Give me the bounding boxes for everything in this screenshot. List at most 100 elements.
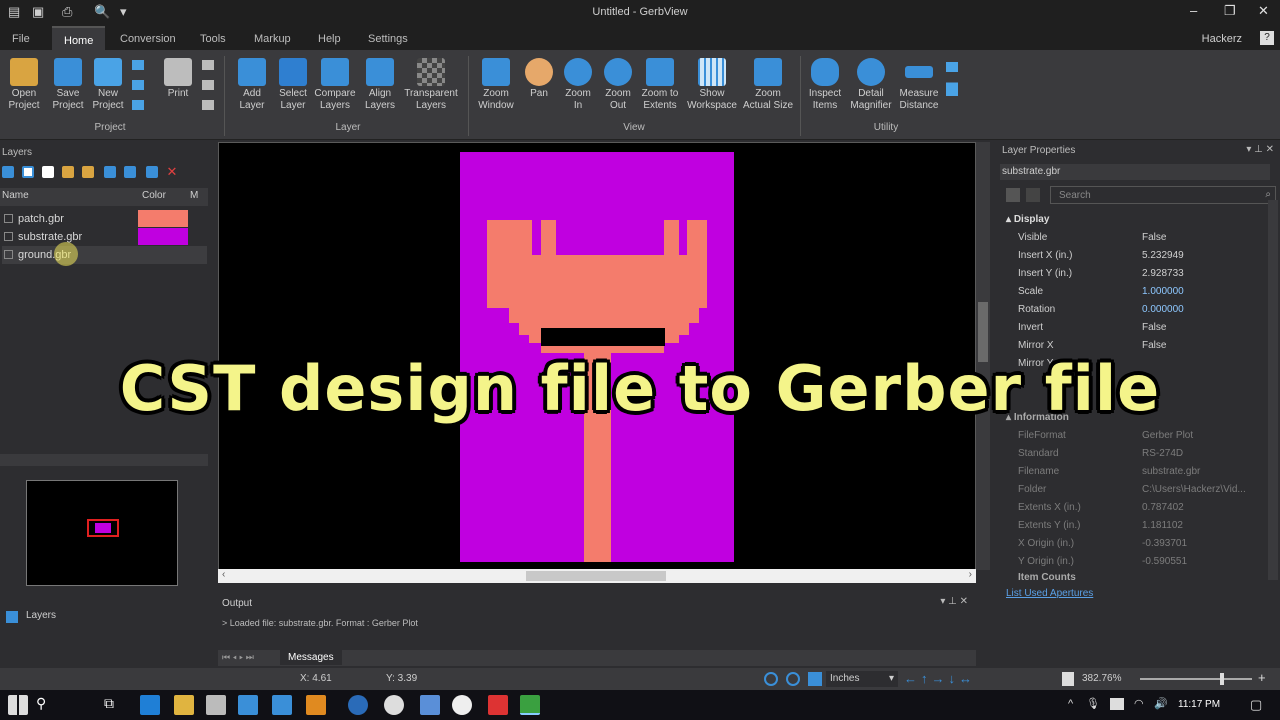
output-nav-icon[interactable]: ⏮ ◂ ▸ ⏭ bbox=[222, 652, 254, 663]
layer-color-swatch[interactable] bbox=[138, 228, 188, 245]
delete-layer-icon[interactable]: ✕ bbox=[166, 165, 178, 178]
user-name[interactable]: Hackerz bbox=[1202, 33, 1242, 45]
new-project-button[interactable]: New Project bbox=[88, 58, 128, 112]
measure-distance-button[interactable]: Measure Distance bbox=[896, 58, 942, 112]
zoom-window-button[interactable]: Zoom Window bbox=[474, 58, 518, 112]
scroll-thumb[interactable] bbox=[526, 571, 666, 581]
layer-row[interactable]: patch.gbr bbox=[2, 210, 207, 228]
layer-row[interactable]: ground.gbr bbox=[2, 242, 207, 266]
layer-color-swatch[interactable] bbox=[138, 210, 188, 227]
app-icon-6[interactable] bbox=[488, 695, 508, 715]
close-icon[interactable]: ✕ bbox=[1258, 3, 1269, 19]
tab-markup[interactable]: Markup bbox=[254, 33, 291, 45]
snap-icon[interactable] bbox=[786, 672, 800, 686]
layer-visible-checkbox[interactable] bbox=[4, 214, 13, 223]
tray-battery-icon[interactable] bbox=[1110, 698, 1124, 710]
display-section-header[interactable]: ▴ Display bbox=[1006, 214, 1049, 225]
overview-thumbnail[interactable] bbox=[26, 480, 178, 586]
uncheck-all-icon[interactable] bbox=[42, 166, 54, 178]
column-color[interactable]: Color bbox=[142, 190, 166, 201]
align-layers-button[interactable]: Align Layers bbox=[360, 58, 400, 112]
layer-visible-checkbox[interactable] bbox=[4, 232, 13, 241]
prop-row[interactable]: Scale 1.000000 bbox=[1018, 286, 1268, 304]
column-m[interactable]: M bbox=[190, 190, 198, 201]
sort-alpha-icon[interactable] bbox=[1026, 188, 1040, 202]
show-workspace-button[interactable]: Show Workspace bbox=[684, 58, 740, 112]
explorer-icon[interactable] bbox=[174, 695, 194, 715]
undo-view-icon[interactable] bbox=[764, 672, 778, 686]
layer-refresh-icon[interactable] bbox=[2, 166, 14, 178]
properties-search-field[interactable]: Search ⌕ bbox=[1050, 186, 1276, 204]
canvas-hscrollbar[interactable]: ‹ › bbox=[218, 569, 976, 583]
prop-row[interactable]: Visible False bbox=[1018, 232, 1268, 250]
zoom-out-button[interactable]: Zoom Out bbox=[600, 58, 636, 112]
tray-wifi-icon[interactable]: ◠ bbox=[1134, 697, 1144, 710]
layer-group-icon[interactable] bbox=[82, 166, 94, 178]
layers-hscrollbar[interactable] bbox=[0, 454, 208, 466]
prop-row[interactable]: Rotation 0.000000 bbox=[1018, 304, 1268, 322]
restore-icon[interactable]: ❐ bbox=[1224, 3, 1236, 19]
grid-snap-icon[interactable] bbox=[808, 672, 822, 686]
small-utility-tools-icon[interactable] bbox=[946, 62, 958, 96]
save-project-button[interactable]: Save Project bbox=[48, 58, 88, 112]
layer-settings-icon[interactable] bbox=[146, 166, 158, 178]
item-counts-header[interactable]: Item Counts bbox=[1018, 572, 1076, 583]
edge-icon[interactable] bbox=[140, 695, 160, 715]
tray-clock[interactable]: 11:17 PM bbox=[1178, 699, 1220, 710]
search-icon[interactable]: ⚲ bbox=[36, 695, 56, 715]
prop-row[interactable]: Insert Y (in.) 2.928733 bbox=[1018, 268, 1268, 286]
task-view-icon[interactable]: ⧉ bbox=[104, 695, 124, 715]
scroll-right-icon[interactable]: › bbox=[969, 569, 972, 580]
tab-file[interactable]: File bbox=[12, 33, 30, 45]
zoom-slider[interactable] bbox=[1140, 673, 1252, 685]
units-select[interactable]: Inches ▾ bbox=[826, 671, 898, 687]
output-pin-icon[interactable]: ▾ ⊥ ✕ bbox=[940, 596, 968, 607]
layer-folder-icon[interactable] bbox=[62, 166, 74, 178]
move-up-icon[interactable] bbox=[104, 166, 116, 178]
tab-conversion[interactable]: Conversion bbox=[120, 33, 176, 45]
inspect-items-button[interactable]: Inspect Items bbox=[804, 58, 846, 112]
small-project-tools-icon[interactable] bbox=[132, 60, 144, 110]
app-icon-4[interactable] bbox=[420, 695, 440, 715]
panel-pin-icon[interactable]: ▾ ⊥ ✕ bbox=[1246, 144, 1274, 155]
help-icon[interactable]: ? bbox=[1260, 31, 1274, 45]
layer-visible-checkbox[interactable] bbox=[4, 250, 13, 259]
layer-row[interactable]: substrate.gbr bbox=[2, 228, 207, 246]
nudge-arrows-icon[interactable]: ←↑→↓↔ bbox=[904, 671, 976, 686]
tab-tools[interactable]: Tools bbox=[200, 33, 226, 45]
zoom-slider-thumb[interactable] bbox=[1220, 673, 1224, 685]
prop-row[interactable]: Insert X (in.) 5.232949 bbox=[1018, 250, 1268, 268]
tray-volume-icon[interactable]: 🔊 bbox=[1154, 697, 1168, 710]
small-print-tools-icon[interactable] bbox=[202, 60, 214, 110]
store-icon[interactable] bbox=[206, 695, 226, 715]
tab-help[interactable]: Help bbox=[318, 33, 341, 45]
zoom-actual-size-button[interactable]: Zoom Actual Size bbox=[742, 58, 794, 112]
tray-expand-icon[interactable]: ^ bbox=[1068, 698, 1073, 710]
vlc-icon[interactable] bbox=[306, 695, 326, 715]
print-button[interactable]: Print bbox=[158, 58, 198, 100]
add-layer-button[interactable]: Add Layer bbox=[232, 58, 272, 112]
messages-tab[interactable]: Messages bbox=[280, 650, 342, 665]
select-layer-button[interactable]: Select Layer bbox=[274, 58, 312, 112]
prop-row[interactable]: Invert False bbox=[1018, 322, 1268, 340]
tab-home[interactable]: Home bbox=[52, 26, 106, 50]
notifications-icon[interactable]: ▢ bbox=[1250, 697, 1262, 713]
zoom-in-button[interactable]: Zoom In bbox=[560, 58, 596, 112]
check-all-icon[interactable] bbox=[22, 166, 34, 178]
app-icon-2[interactable] bbox=[272, 695, 292, 715]
list-apertures-link[interactable]: List Used Apertures bbox=[1006, 588, 1093, 599]
app-icon-5[interactable] bbox=[452, 695, 472, 715]
compare-layers-button[interactable]: Compare Layers bbox=[312, 58, 358, 112]
open-project-button[interactable]: Open Project bbox=[4, 58, 44, 112]
layers-bottom-tab[interactable]: Layers bbox=[0, 604, 215, 630]
move-down-icon[interactable] bbox=[124, 166, 136, 178]
gerbview-taskbar-icon[interactable] bbox=[520, 695, 540, 715]
scroll-left-icon[interactable]: ‹ bbox=[222, 569, 225, 580]
tab-settings[interactable]: Settings bbox=[368, 33, 408, 45]
transparent-layers-button[interactable]: Transparent Layers bbox=[400, 58, 462, 112]
app-icon-1[interactable] bbox=[238, 695, 258, 715]
tray-mic-icon[interactable]: 🎙 bbox=[1086, 697, 1100, 710]
categorized-view-icon[interactable] bbox=[1006, 188, 1020, 202]
column-name[interactable]: Name bbox=[2, 190, 29, 201]
start-icon[interactable] bbox=[8, 695, 28, 715]
